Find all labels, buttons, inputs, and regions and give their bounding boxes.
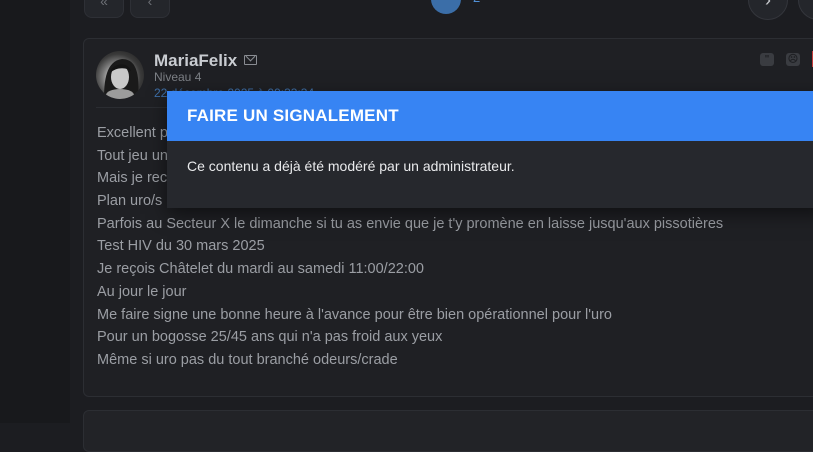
avatar-portrait-icon: [104, 59, 139, 99]
post-line: Je reçois Châtelet du mardi au samedi 11…: [97, 261, 424, 278]
current-page-button[interactable]: [431, 0, 461, 14]
user-level: Niveau 4: [154, 70, 202, 84]
post-line: Me faire signe une bonne heure à l'avanc…: [97, 306, 612, 323]
next-page-button[interactable]: ›: [748, 0, 788, 20]
post-line: Au jour le jour: [97, 283, 187, 300]
post-line: Pour un bogosse 25/45 ans qui n'a pas fr…: [97, 329, 443, 346]
avatar[interactable]: [96, 51, 144, 99]
mail-icon[interactable]: [244, 55, 257, 65]
modal-title: FAIRE UN SIGNALEMENT: [187, 106, 399, 125]
report-icon[interactable]: ☹: [786, 53, 800, 66]
first-page-button[interactable]: «: [84, 0, 124, 18]
modal-header: FAIRE UN SIGNALEMENT: [167, 91, 813, 141]
left-strip: [0, 0, 70, 423]
page-2-link[interactable]: 2: [473, 0, 480, 5]
post-line: Parfois au Secteur X le dimanche si tu a…: [97, 215, 724, 232]
modal-message: Ce contenu a déjà été modéré par un admi…: [187, 158, 515, 174]
previous-page-button[interactable]: ‹: [130, 0, 170, 18]
chevron-right-icon: ›: [765, 0, 771, 11]
quote-icon[interactable]: ": [760, 53, 774, 66]
report-modal: FAIRE UN SIGNALEMENT Ce contenu a déjà é…: [167, 91, 813, 208]
username[interactable]: MariaFelix: [154, 51, 237, 71]
post-line: Test HIV du 30 mars 2025: [97, 238, 265, 255]
post-line: Même si uro pas du tout branché odeurs/c…: [97, 351, 398, 368]
double-chevron-left-icon: «: [100, 0, 108, 9]
last-page-button[interactable]: [798, 0, 813, 20]
next-post-card: [83, 410, 813, 452]
chevron-left-icon: ‹: [147, 0, 153, 9]
